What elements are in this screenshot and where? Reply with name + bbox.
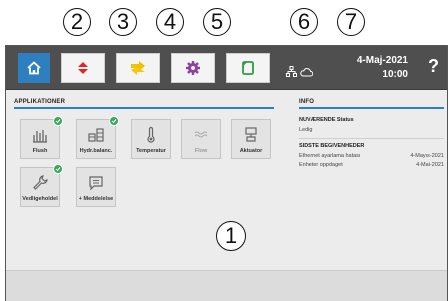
- cloud-icon: [300, 67, 313, 76]
- app-tile-hydraulic-balance[interactable]: Hydr.balanc.: [76, 116, 119, 159]
- time-text: 10:00: [382, 69, 408, 80]
- app-tile-message[interactable]: + Meddelelse: [76, 167, 116, 207]
- date-time: 4-Maj-2021 10:00: [336, 54, 408, 82]
- app-label: Vedligeholdel: [22, 196, 58, 202]
- info-divider: [299, 138, 444, 139]
- tab-settings[interactable]: [171, 53, 215, 83]
- current-status-label: NUVÆRENDE Status: [299, 117, 354, 123]
- check-icon: [109, 116, 119, 126]
- home-icon: [27, 61, 41, 75]
- event-text: Ethernet ayarlama hatası: [299, 153, 361, 159]
- flush-icon: [33, 130, 47, 143]
- status-icons: [286, 66, 313, 77]
- date-text: 4-Maj-2021: [356, 55, 408, 66]
- apps-section-title: APPLIKATIONER: [14, 99, 66, 105]
- check-icon: [53, 164, 63, 174]
- event-text: Enheter oppdaget: [299, 162, 343, 168]
- app-tile-actuator[interactable]: Aktuator: [231, 119, 271, 159]
- callout-4: 4: [156, 8, 184, 36]
- help-button[interactable]: ?: [428, 56, 439, 77]
- app-label: Flush: [32, 148, 48, 154]
- screen: 2 3 4 5 6 7 4-Maj-2021 10:00 ? APPLIKATI…: [0, 0, 448, 301]
- app-label: + Meddelelse: [78, 196, 114, 202]
- events-label: SIDSTE BEGIVENHEDER: [299, 143, 365, 149]
- tab-documents[interactable]: [226, 53, 270, 83]
- device-screen: 4-Maj-2021 10:00 ? APPLIKATIONER Flush H…: [5, 45, 448, 301]
- tab-service[interactable]: [61, 53, 105, 83]
- event-date: 4-Mayıs-2021: [410, 153, 444, 159]
- purple-gear-icon: [186, 61, 200, 75]
- callout-2: 2: [63, 8, 91, 36]
- app-tile-maintenance[interactable]: Vedligeholdel: [20, 164, 63, 207]
- green-document-icon: [242, 61, 254, 75]
- app-label: Flow: [194, 148, 208, 154]
- network-icon: [286, 66, 297, 77]
- app-tile-flush[interactable]: Flush: [20, 116, 63, 159]
- callout-5: 5: [203, 8, 231, 36]
- tab-status[interactable]: [116, 53, 160, 83]
- app-tile-temperature[interactable]: Temperatur: [131, 119, 171, 159]
- app-label: Hydr.balanc.: [79, 148, 113, 154]
- home-button[interactable]: [18, 53, 50, 83]
- info-section-divider: [299, 107, 444, 109]
- red-arrows-icon: [78, 62, 88, 74]
- event-date: 4-Mai-2021: [416, 162, 444, 168]
- apps-section-divider: [14, 107, 274, 109]
- actuator-icon: [245, 127, 257, 142]
- app-label: Aktuator: [239, 148, 263, 154]
- app-tile-flow[interactable]: Flow: [181, 119, 221, 159]
- callout-7: 7: [337, 8, 365, 36]
- callout-3: 3: [109, 8, 137, 36]
- message-icon: [89, 176, 103, 191]
- app-label: Temperatur: [136, 148, 166, 154]
- check-icon: [53, 116, 63, 126]
- hydraulic-balance-icon: [88, 128, 104, 142]
- yellow-arrows-icon: [131, 61, 145, 75]
- current-status-value: Ledig: [299, 127, 313, 133]
- callout-6: 6: [290, 8, 318, 36]
- callout-1: 1: [216, 221, 246, 251]
- top-navigation-bar: 4-Maj-2021 10:00 ?: [6, 46, 447, 90]
- info-section-title: INFO: [299, 99, 315, 105]
- flow-icon: [194, 131, 208, 138]
- thermometer-icon: [147, 126, 155, 143]
- bottom-bar: [6, 270, 447, 301]
- wrench-icon: [33, 175, 48, 190]
